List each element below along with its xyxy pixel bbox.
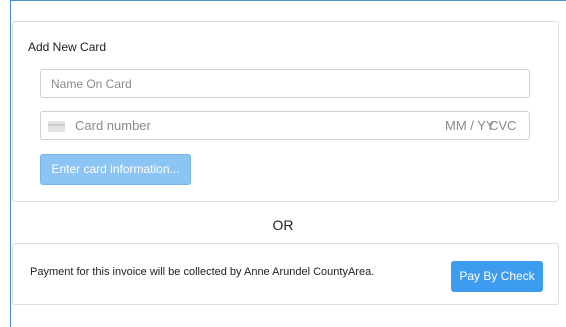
enter-card-information-button[interactable]: Enter card information... (40, 154, 191, 185)
add-card-title: Add New Card (28, 40, 107, 54)
card-number-input[interactable]: Card number (75, 118, 151, 133)
invoice-message: Payment for this invoice will be collect… (30, 266, 375, 278)
credit-card-icon (48, 121, 65, 132)
card-details-field[interactable]: Card number MM / YY CVC (40, 111, 530, 140)
cvc-input[interactable]: CVC (489, 118, 516, 133)
expiry-input[interactable]: MM / YY (445, 118, 495, 133)
or-divider: OR (272, 217, 294, 233)
pay-by-check-button[interactable]: Pay By Check (451, 261, 543, 292)
name-on-card-input[interactable] (51, 76, 511, 92)
name-on-card-field[interactable] (40, 69, 530, 98)
